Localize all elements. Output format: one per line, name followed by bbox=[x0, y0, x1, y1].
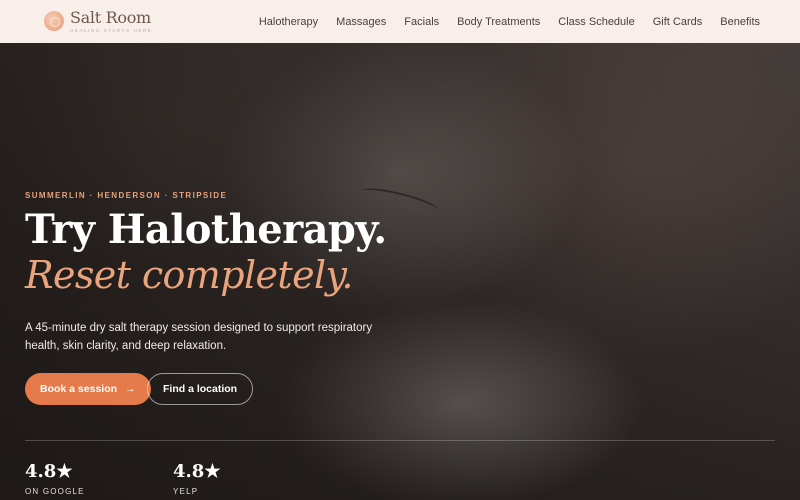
find-location-button[interactable]: Find a location bbox=[147, 373, 254, 405]
book-session-label: Book a session bbox=[40, 383, 118, 395]
logo-tagline: Healing Starts Here bbox=[70, 27, 153, 33]
hero-locations: SUMMERLIN · HENDERSON · STRIPSIDE bbox=[25, 191, 228, 200]
rating-google-label: ON GOOGLE bbox=[25, 487, 85, 496]
site-header: Salt Room Healing Starts Here Halotherap… bbox=[0, 0, 800, 43]
nav-gift-cards[interactable]: Gift Cards bbox=[653, 16, 703, 28]
logo-mark-icon bbox=[44, 10, 66, 33]
main-nav: Halotherapy Massages Facials Body Treatm… bbox=[259, 16, 760, 28]
nav-massages[interactable]: Massages bbox=[336, 16, 386, 28]
find-location-label: Find a location bbox=[163, 383, 238, 395]
rating-google: 4.8★ ON GOOGLE bbox=[25, 461, 85, 496]
book-session-button[interactable]: Book a session → bbox=[25, 373, 151, 405]
nav-class-schedule[interactable]: Class Schedule bbox=[558, 16, 634, 28]
hero-divider bbox=[25, 440, 775, 441]
nav-benefits[interactable]: Benefits bbox=[720, 16, 760, 28]
hero-subtitle: Reset completely. bbox=[25, 253, 353, 297]
rating-yelp-value: 4.8★ bbox=[173, 461, 221, 482]
nav-body-treatments[interactable]: Body Treatments bbox=[457, 16, 540, 28]
rating-yelp-label: YELP bbox=[173, 487, 199, 496]
nav-halotherapy[interactable]: Halotherapy bbox=[259, 16, 318, 28]
hero-section: SUMMERLIN · HENDERSON · STRIPSIDE Try Ha… bbox=[0, 43, 800, 500]
logo[interactable]: Salt Room Healing Starts Here bbox=[44, 0, 153, 43]
arrow-right-icon: → bbox=[125, 383, 136, 395]
hero-description: A 45-minute dry salt therapy session des… bbox=[25, 322, 373, 353]
logo-name: Salt Room bbox=[70, 7, 151, 27]
rating-google-value: 4.8★ bbox=[25, 461, 73, 482]
rating-yelp: 4.8★ YELP bbox=[173, 461, 220, 496]
hero-title: Try Halotherapy. bbox=[25, 206, 387, 253]
nav-facials[interactable]: Facials bbox=[404, 16, 439, 28]
